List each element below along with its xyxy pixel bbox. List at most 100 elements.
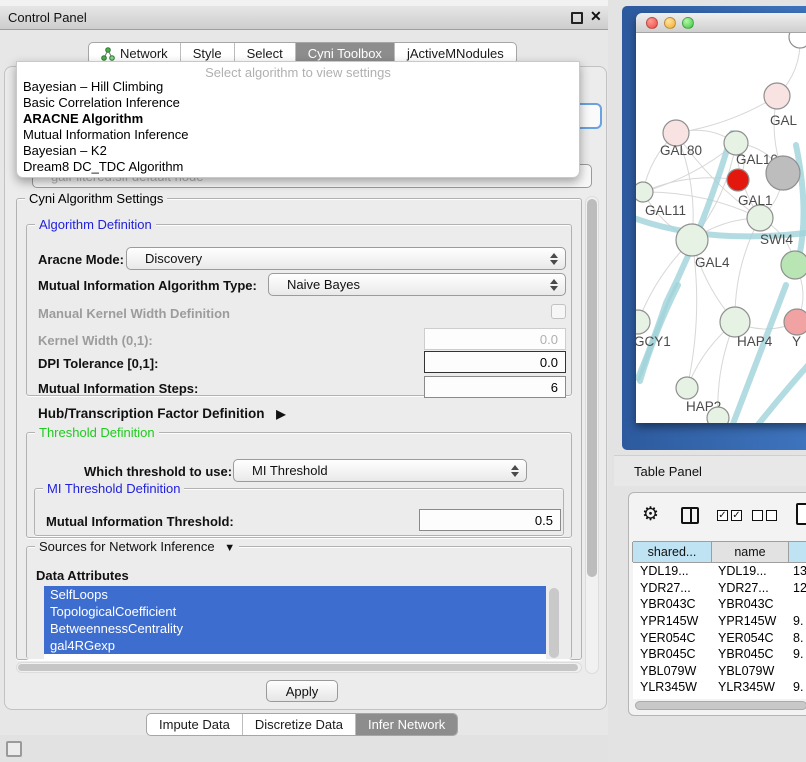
table-row[interactable]: YBL079WYBL079W <box>633 663 806 680</box>
network-node[interactable] <box>707 407 729 423</box>
deselect-all-checkboxes-icon[interactable] <box>752 510 777 521</box>
column-header-partial[interactable] <box>788 542 806 562</box>
minimize-traffic-light-icon[interactable] <box>664 17 676 29</box>
kernel-width-input[interactable]: 0.0 <box>424 328 566 350</box>
settings-vertical-scrollbar-thumb[interactable] <box>587 199 597 577</box>
float-window-icon[interactable] <box>571 12 583 24</box>
table-row[interactable]: YBR045CYBR045C9. <box>633 646 806 663</box>
combo-value: MI Threshold <box>252 463 328 478</box>
sources-title: Sources for Network Inference <box>39 539 215 554</box>
table-cell: 9. <box>791 697 806 699</box>
column-header-shared[interactable]: shared... <box>632 542 712 562</box>
data-attributes-list[interactable]: SelfLoopsTopologicalCoefficientBetweenne… <box>44 586 546 660</box>
node-label: GCY1 <box>636 334 671 349</box>
table-cell: YDL19... <box>633 564 713 578</box>
sources-toggle[interactable]: Sources for Network Inference ▼ <box>35 539 239 554</box>
tab-impute-data[interactable]: Impute Data <box>147 714 243 735</box>
mi-threshold-input[interactable]: 0.5 <box>419 509 561 531</box>
table-cell: YBL079W <box>633 664 713 678</box>
network-node[interactable] <box>781 251 806 279</box>
algorithm-option[interactable]: Bayesian – Hill Climbing <box>17 79 579 95</box>
tab-label: Infer Network <box>368 717 445 732</box>
network-node[interactable] <box>766 156 800 190</box>
which-threshold-label: Which threshold to use: <box>84 464 232 479</box>
table-cell: 12 <box>791 581 806 595</box>
attributes-scrollbar-thumb[interactable] <box>549 588 559 658</box>
network-node[interactable] <box>720 307 750 337</box>
table-row[interactable]: YDL19...YDL19...13 <box>633 563 806 580</box>
attribute-list-item[interactable]: BetweennessCentrality <box>44 620 546 637</box>
manual-kernel-checkbox[interactable] <box>551 304 566 319</box>
mi-steps-label: Mutual Information Steps: <box>38 381 198 396</box>
collapsed-panel-icon[interactable] <box>6 741 22 757</box>
mi-steps-input[interactable]: 6 <box>424 376 566 398</box>
network-node[interactable] <box>789 33 806 48</box>
select-all-checkboxes-icon[interactable]: ✓ ✓ <box>717 510 742 521</box>
network-edge[interactable] <box>676 96 777 133</box>
network-node[interactable] <box>676 377 698 399</box>
network-edge-highlighted[interactable] <box>750 363 806 423</box>
tab-discretize-data[interactable]: Discretize Data <box>243 714 356 735</box>
table-header-row: shared... name <box>633 541 806 563</box>
algorithm-dropdown-prompt: Select algorithm to view settings <box>17 62 579 79</box>
column-header-name[interactable]: name <box>711 542 789 562</box>
network-node[interactable] <box>636 182 653 202</box>
network-canvas[interactable]: GALGAL80GAL10GAL1GAL11SWI4GAL4GCY1HAP4YH… <box>636 33 806 423</box>
table-cell: YBR045C <box>713 647 791 661</box>
field-value: 0.0 <box>540 332 558 347</box>
algorithm-option[interactable]: ARACNE Algorithm <box>17 111 579 127</box>
split-columns-icon[interactable] <box>681 507 699 524</box>
close-traffic-light-icon[interactable] <box>646 17 658 29</box>
table-cell: 9. <box>791 614 806 628</box>
dpi-tolerance-input[interactable]: 0.0 <box>424 351 566 373</box>
algorithm-option[interactable]: Basic Correlation Inference <box>17 95 579 111</box>
gear-icon[interactable]: ⚙ <box>642 505 659 524</box>
hub-section-toggle[interactable]: Hub/Transcription Factor Definition ▶ <box>38 406 286 421</box>
network-node[interactable] <box>764 83 790 109</box>
table-cell: YER054C <box>633 631 713 645</box>
field-value: 6 <box>551 380 558 395</box>
control-panel-title: Control Panel <box>8 10 87 25</box>
document-icon[interactable] <box>796 503 806 525</box>
algorithm-option[interactable]: Dream8 DC_TDC Algorithm <box>17 159 579 175</box>
table-cell: YPR145W <box>713 614 791 628</box>
settings-horizontal-scrollbar-thumb[interactable] <box>18 664 578 671</box>
checked-box-icon: ✓ <box>717 510 728 521</box>
table-row[interactable]: YDR27...YDR27...12 <box>633 580 806 597</box>
algorithm-option[interactable]: Mutual Information Inference <box>17 127 579 143</box>
unchecked-box-icon <box>752 510 763 521</box>
table-row[interactable]: YLR345WYLR345W9. <box>633 679 806 696</box>
network-node[interactable] <box>636 310 650 334</box>
table-cell: YDR27... <box>713 581 791 595</box>
apply-button[interactable]: Apply <box>266 680 338 702</box>
table-row[interactable]: YPR145WYPR145W9. <box>633 613 806 630</box>
algorithm-option[interactable]: Bayesian – K2 <box>17 143 579 159</box>
aracne-mode-combobox[interactable]: Discovery <box>126 247 566 270</box>
network-edge-highlighted[interactable] <box>640 285 678 381</box>
which-threshold-combobox[interactable]: MI Threshold <box>233 459 527 482</box>
table-cell: YBR043C <box>713 597 791 611</box>
tab-label: Discretize Data <box>255 717 343 732</box>
node-label: GAL <box>770 113 798 128</box>
collapse-down-icon: ▼ <box>224 542 235 554</box>
table-row[interactable]: YBR043CYBR043C <box>633 596 806 613</box>
close-icon[interactable]: ✕ <box>590 8 602 25</box>
control-panel-titlebar: Control Panel ✕ <box>0 6 614 30</box>
network-node[interactable] <box>676 224 708 256</box>
network-node[interactable] <box>747 205 773 231</box>
mi-algorithm-type-combobox[interactable]: Naive Bayes <box>268 273 566 296</box>
network-node[interactable] <box>727 169 749 191</box>
attribute-list-item[interactable]: gal4RGexp <box>44 637 546 654</box>
tab-infer-network[interactable]: Infer Network <box>356 714 457 735</box>
network-node[interactable] <box>784 309 806 335</box>
zoom-traffic-light-icon[interactable] <box>682 17 694 29</box>
attribute-list-item[interactable]: SelfLoops <box>44 586 546 603</box>
table-row[interactable]: YER054CYER054C8. <box>633 629 806 646</box>
attribute-list-item[interactable]: TopologicalCoefficient <box>44 603 546 620</box>
network-window-titlebar[interactable] <box>636 13 806 33</box>
table-cell: YBR045C <box>633 647 713 661</box>
table-row[interactable]: YIL052CYIL052C9. <box>633 696 806 699</box>
mi-threshold-label: Mutual Information Threshold: <box>46 514 234 529</box>
table-horizontal-scrollbar-thumb[interactable] <box>635 701 806 710</box>
network-icon <box>101 47 115 61</box>
